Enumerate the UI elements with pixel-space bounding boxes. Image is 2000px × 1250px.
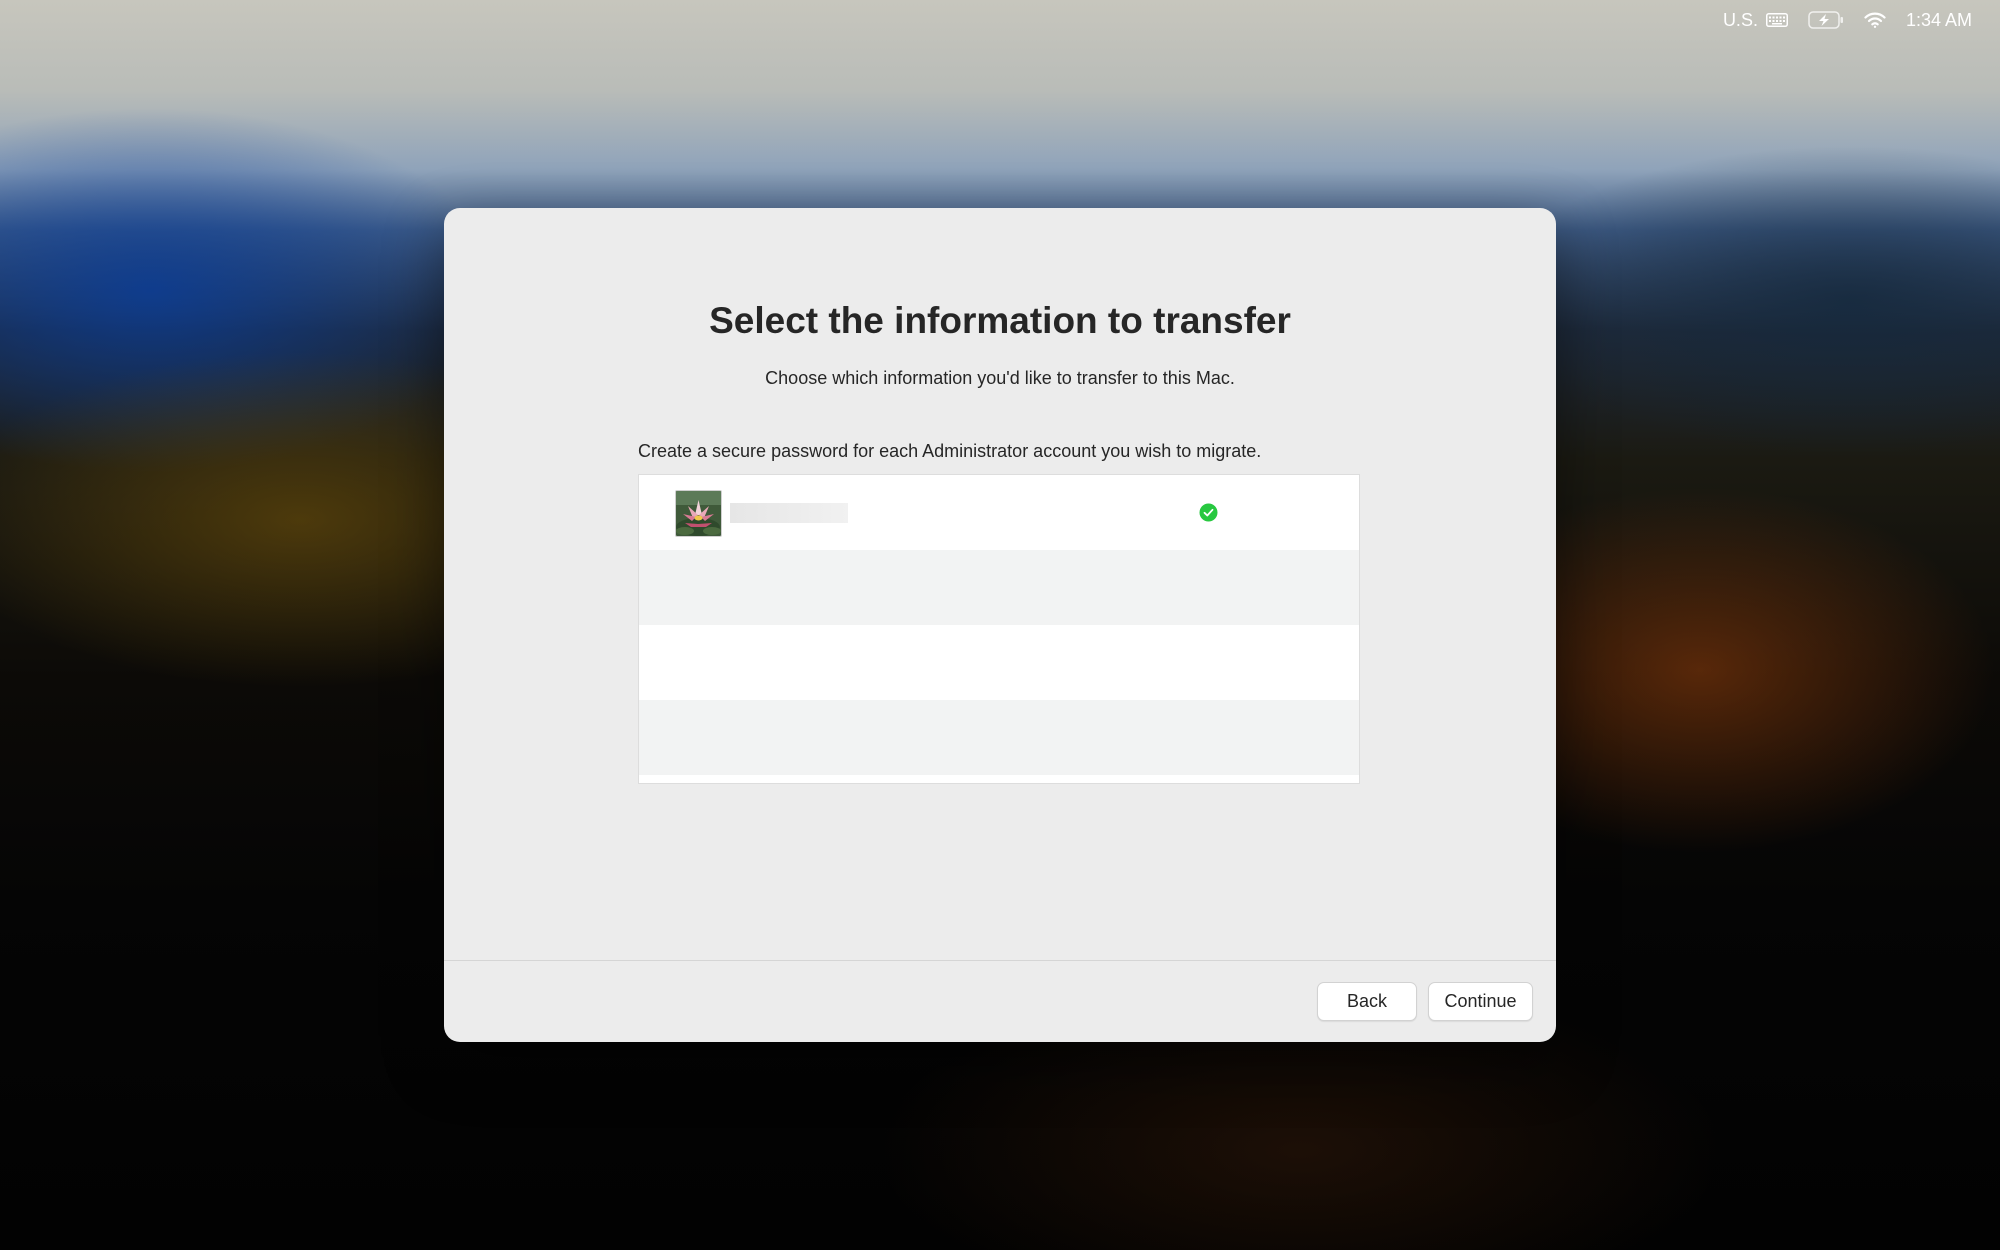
footer-divider xyxy=(444,960,1556,961)
account-name-redacted xyxy=(730,503,848,523)
password-instruction: Create a secure password for each Admini… xyxy=(638,441,1262,461)
checkmark-icon xyxy=(1199,503,1218,522)
empty-row xyxy=(639,625,1359,700)
avatar xyxy=(675,490,722,537)
wifi-icon[interactable] xyxy=(1864,12,1886,28)
continue-button[interactable]: Continue xyxy=(1428,982,1533,1021)
dialog-subtitle: Choose which information you'd like to t… xyxy=(765,368,1235,388)
battery-charging-icon[interactable] xyxy=(1808,11,1844,29)
menu-bar-clock[interactable]: 1:34 AM xyxy=(1906,10,1972,31)
menu-bar: U.S. 1:34 AM xyxy=(1723,0,2000,40)
input-source-menu[interactable]: U.S. xyxy=(1723,10,1788,31)
keyboard-icon xyxy=(1765,13,1788,27)
empty-row xyxy=(639,700,1359,775)
empty-row xyxy=(639,550,1359,625)
water-lily-avatar-image xyxy=(676,491,721,536)
back-button[interactable]: Back xyxy=(1317,982,1417,1021)
administrator-accounts-table xyxy=(638,474,1360,784)
input-source-label: U.S. xyxy=(1722,9,1758,30)
account-row[interactable] xyxy=(639,475,1359,550)
dialog-title: Select the information to transfer xyxy=(709,300,1291,341)
migration-assistant-dialog: Select the information to transfer Choos… xyxy=(444,208,1556,1042)
